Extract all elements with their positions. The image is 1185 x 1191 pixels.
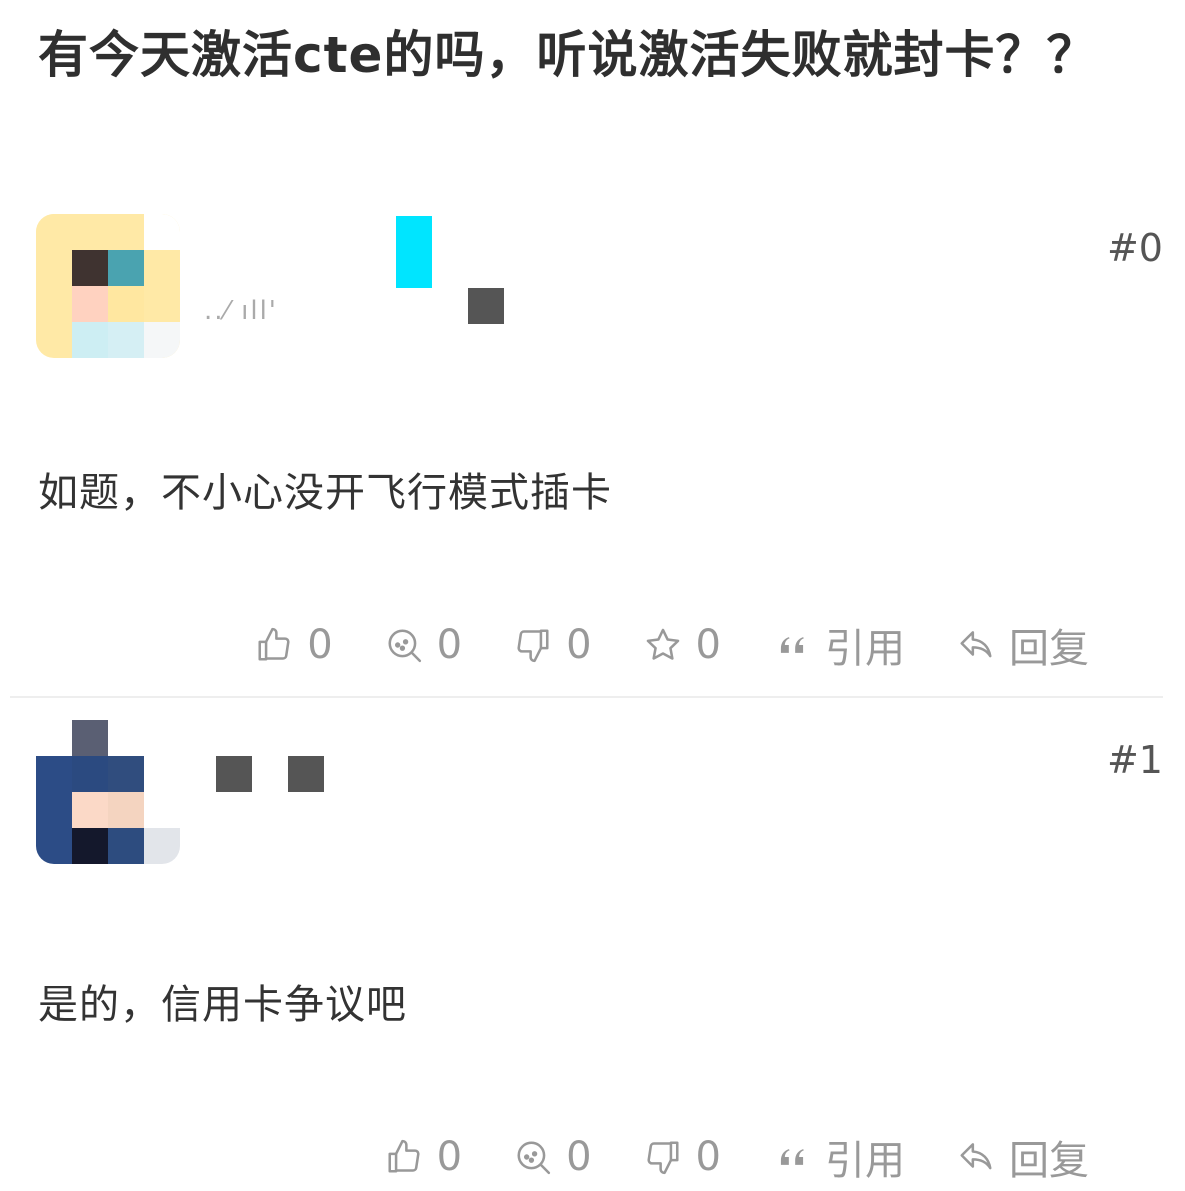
- redaction-block: [216, 756, 252, 792]
- quote-label: 引用: [825, 626, 905, 672]
- dislike-button[interactable]: 0: [514, 622, 592, 668]
- floor-number[interactable]: #1: [1107, 738, 1163, 782]
- reply-button[interactable]: 回复: [957, 1128, 1089, 1186]
- reply-button[interactable]: 回复: [957, 616, 1089, 674]
- avatar-pixel: [72, 828, 108, 864]
- avatar-pixel: [108, 756, 144, 792]
- comment-button[interactable]: 0: [385, 622, 462, 668]
- avatar-pixel: [72, 322, 108, 358]
- post-content: 是的，信用卡争议吧: [38, 982, 407, 1028]
- comment-count: 0: [436, 622, 463, 668]
- like-button[interactable]: 0: [255, 622, 333, 668]
- comment-search-icon: [517, 1141, 551, 1175]
- reply-label: 回复: [1009, 1138, 1089, 1184]
- like-button[interactable]: 0: [385, 1134, 462, 1180]
- avatar-pixel: [72, 286, 108, 322]
- dislike-count: 0: [695, 1134, 721, 1180]
- comment-button[interactable]: 0: [514, 1134, 592, 1180]
- comment-search-icon: [388, 629, 421, 663]
- post-divider: [10, 696, 1163, 698]
- avatar-pixel: [108, 322, 144, 358]
- avatar-pixel: [108, 828, 144, 864]
- comment-count: 0: [566, 1134, 592, 1180]
- user-avatar[interactable]: [36, 720, 180, 864]
- avatar-pixel: [144, 322, 180, 358]
- avatar-pixel: [72, 792, 108, 828]
- quote-button[interactable]: 引用: [773, 1128, 905, 1186]
- star-count: 0: [695, 622, 721, 668]
- avatar-pixel: [36, 214, 72, 250]
- redaction-block: [288, 756, 324, 792]
- redaction-block: [468, 288, 504, 324]
- thumbs-up-icon: [388, 1139, 420, 1173]
- like-count: 0: [307, 622, 333, 668]
- like-count: 0: [436, 1134, 463, 1180]
- quote-button[interactable]: 引用: [773, 616, 905, 674]
- user-avatar[interactable]: [36, 214, 180, 358]
- username-fragment: ..⁄ ıll': [204, 296, 278, 326]
- dislike-button[interactable]: 0: [644, 1134, 721, 1180]
- thumbs-up-icon: [258, 627, 290, 661]
- post-actions: 0 0 0 0 引用 回复: [255, 616, 1089, 674]
- reply-icon: [960, 631, 992, 658]
- avatar-pixel: [72, 756, 108, 792]
- avatar-pixel: [72, 250, 108, 286]
- topic-title: 有今天激活cte的吗，听说激活失败就封卡？？: [38, 26, 1098, 84]
- thumbs-down-icon: [647, 1141, 679, 1175]
- reply-label: 回复: [1009, 626, 1089, 672]
- quote-icon: [780, 1149, 804, 1165]
- avatar-pixel: [108, 286, 144, 322]
- redaction-block-cyan: [396, 216, 432, 288]
- reply-icon: [960, 1143, 992, 1170]
- post-content: 如题，不小心没开飞行模式插卡: [38, 470, 612, 516]
- avatar-pixel: [144, 828, 180, 864]
- star-button[interactable]: 0: [644, 622, 721, 668]
- avatar-pixel: [108, 792, 144, 828]
- quote-label: 引用: [825, 1138, 905, 1184]
- avatar-pixel: [144, 214, 180, 250]
- avatar-pixel: [36, 756, 72, 864]
- dislike-count: 0: [566, 622, 592, 668]
- thumbs-down-icon: [517, 629, 549, 663]
- floor-number[interactable]: #0: [1107, 226, 1163, 270]
- post-actions: 0 0 0 引用 回复: [385, 1128, 1089, 1186]
- avatar-pixel: [108, 250, 144, 286]
- avatar-pixel: [72, 720, 108, 756]
- quote-icon: [780, 637, 804, 653]
- star-icon: [646, 628, 679, 660]
